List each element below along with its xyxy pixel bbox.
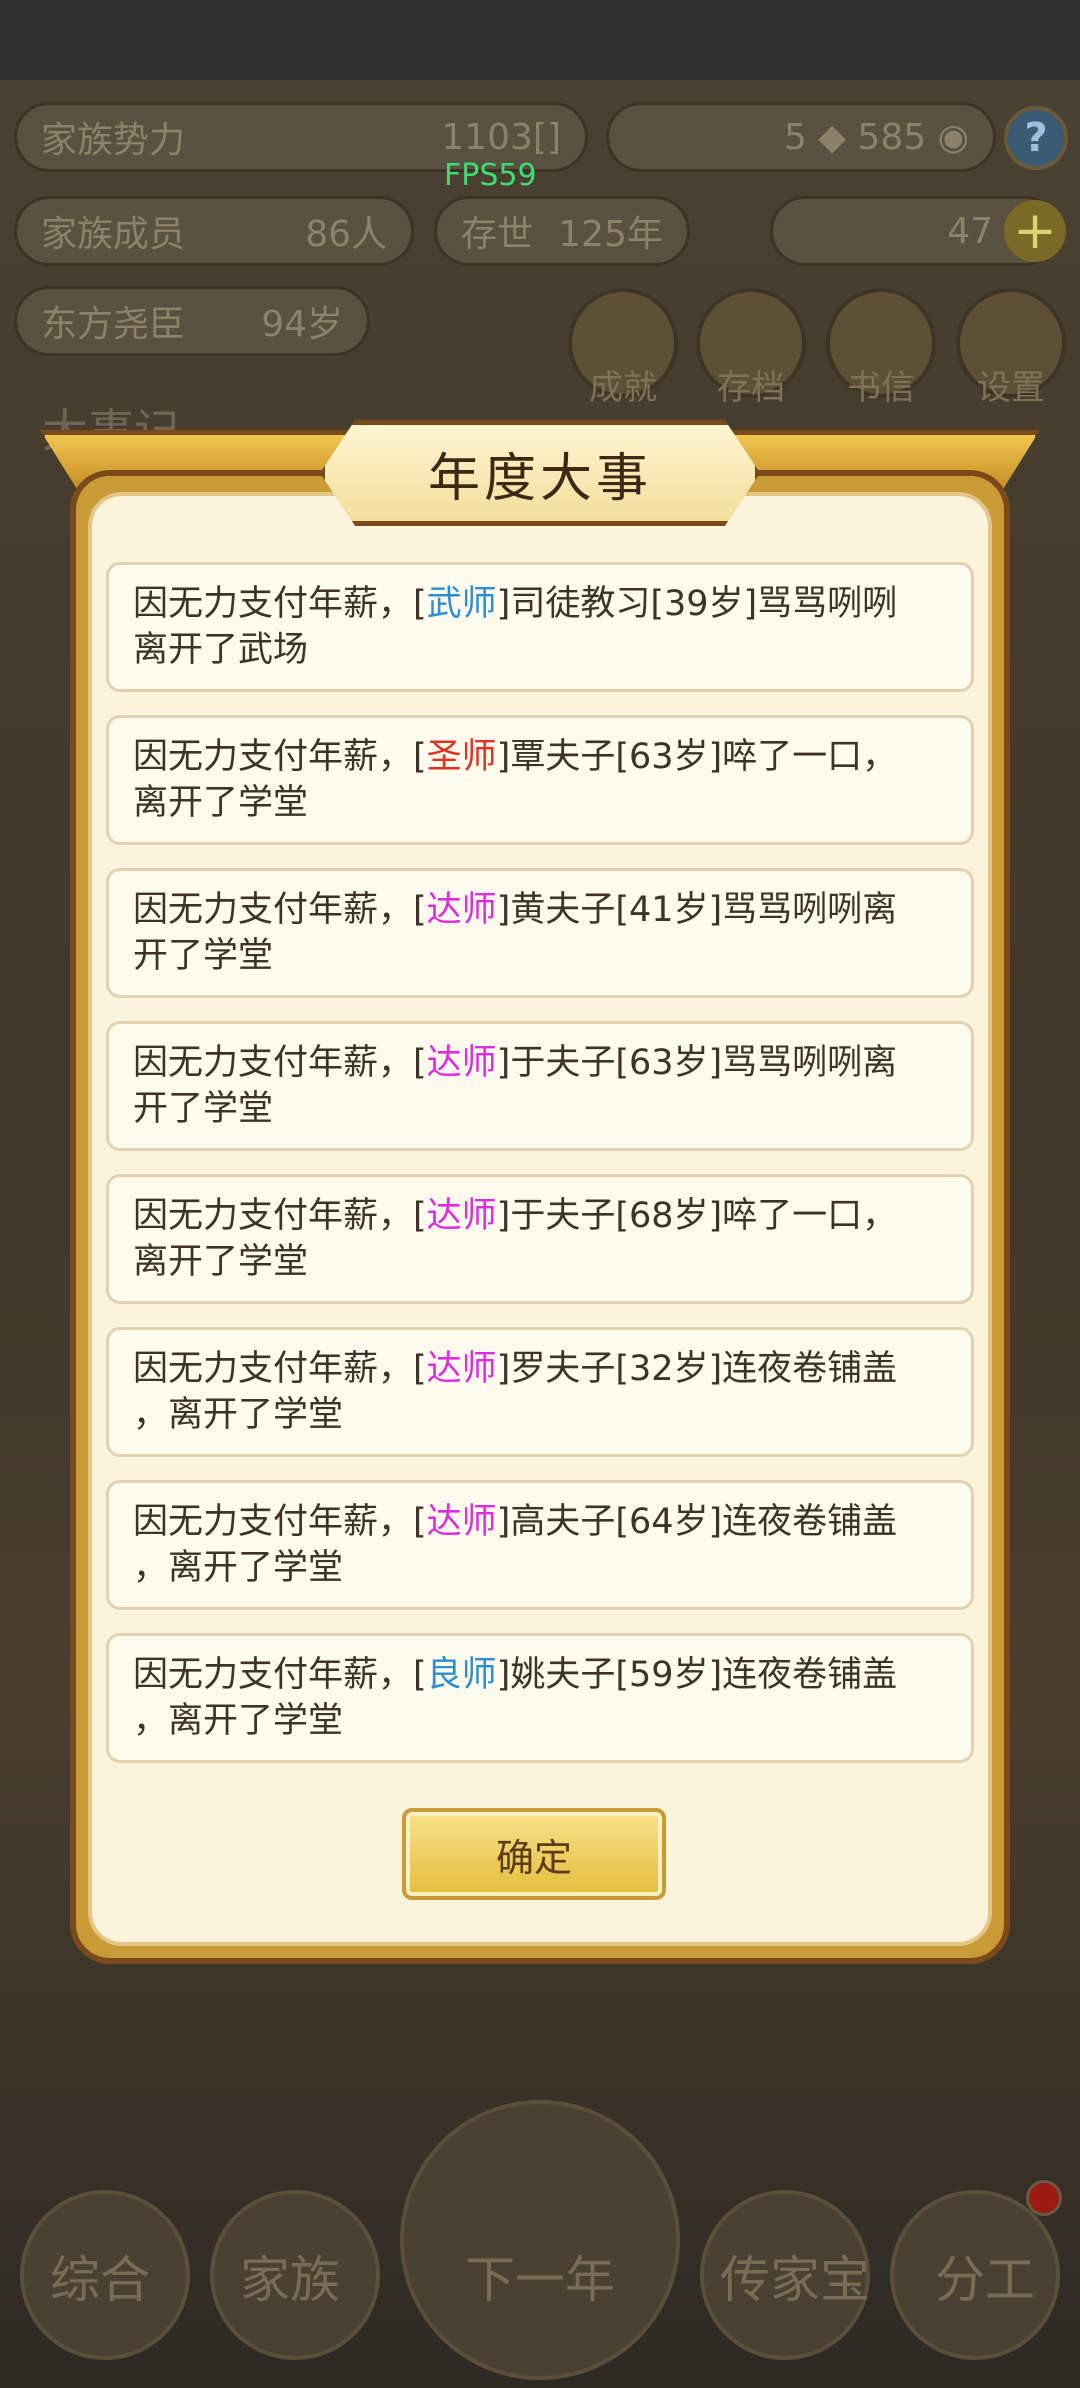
tab-family[interactable]: 家族 xyxy=(200,2240,380,2312)
status-bar xyxy=(0,0,1080,80)
role-tag: 达师 xyxy=(426,890,497,930)
help-button[interactable]: ? xyxy=(1004,106,1068,170)
era-value: 125年 xyxy=(558,214,663,255)
tab-assign[interactable]: 分工 xyxy=(895,2240,1075,2312)
settings-label: 设置 xyxy=(977,368,1045,408)
dialog-title: 年度大事 xyxy=(320,420,760,526)
ingot-value: 47 xyxy=(947,210,993,252)
role-tag: 圣师 xyxy=(426,737,497,777)
role-tag: 良师 xyxy=(426,1655,497,1695)
patriarch-age: 94岁 xyxy=(261,304,343,345)
era-label: 存世 xyxy=(461,214,534,255)
patriarch-name: 东方尧臣 xyxy=(41,304,186,345)
patriarch-stat: 东方尧臣 94岁 xyxy=(14,286,370,356)
role-tag: 达师 xyxy=(426,1043,497,1083)
family-members-value: 86人 xyxy=(305,214,387,255)
event-item: 因无力支付年薪，[武师]司徒教习[39岁]骂骂咧咧 离开了武场 xyxy=(106,562,974,692)
event-item: 因无力支付年薪，[达师]罗夫子[32岁]连夜卷铺盖 ，离开了学堂 xyxy=(106,1327,974,1457)
family-members-label: 家族成员 xyxy=(41,214,186,255)
currency-value: 5 ◆ 585 ◉ xyxy=(783,116,969,158)
era-stat: 存世 125年 xyxy=(434,196,690,266)
achievement-label: 成就 xyxy=(589,368,657,408)
family-power-label: 家族势力 xyxy=(41,120,186,161)
role-tag: 达师 xyxy=(426,1502,497,1542)
save-label: 存档 xyxy=(717,368,785,408)
event-item: 因无力支付年薪，[良师]姚夫子[59岁]连夜卷铺盖 ，离开了学堂 xyxy=(106,1633,974,1763)
letters-label: 书信 xyxy=(847,368,915,408)
tab-overview[interactable]: 综合 xyxy=(10,2240,190,2312)
role-tag: 达师 xyxy=(426,1196,497,1236)
event-item: 因无力支付年薪，[达师]于夫子[63岁]骂骂咧咧离 开了学堂 xyxy=(106,1021,974,1151)
currency-stat: 5 ◆ 585 ◉ xyxy=(606,102,996,172)
tab-next-year[interactable]: 下一年 xyxy=(420,2240,660,2312)
role-tag: 武师 xyxy=(426,584,497,624)
event-item: 因无力支付年薪，[达师]于夫子[68岁]啐了一口， 离开了学堂 xyxy=(106,1174,974,1304)
tab-heirloom[interactable]: 传家宝 xyxy=(690,2240,900,2312)
event-item: 因无力支付年薪，[达师]黄夫子[41岁]骂骂咧咧离 开了学堂 xyxy=(106,868,974,998)
notification-dot xyxy=(1026,2180,1062,2216)
family-members-stat: 家族成员 86人 xyxy=(14,196,414,266)
add-ingot-button[interactable]: + xyxy=(1004,200,1066,262)
event-list: 因无力支付年薪，[武师]司徒教习[39岁]骂骂咧咧 离开了武场 因无力支付年薪，… xyxy=(106,562,974,1786)
role-tag: 达师 xyxy=(426,1349,497,1389)
family-power-value: 1103[] xyxy=(441,116,561,158)
fps-counter: FPS59 xyxy=(444,158,537,193)
event-item: 因无力支付年薪，[圣师]覃夫子[63岁]啐了一口， 离开了学堂 xyxy=(106,715,974,845)
event-item: 因无力支付年薪，[达师]高夫子[64岁]连夜卷铺盖 ，离开了学堂 xyxy=(106,1480,974,1610)
confirm-button[interactable]: 确定 xyxy=(402,1808,666,1900)
